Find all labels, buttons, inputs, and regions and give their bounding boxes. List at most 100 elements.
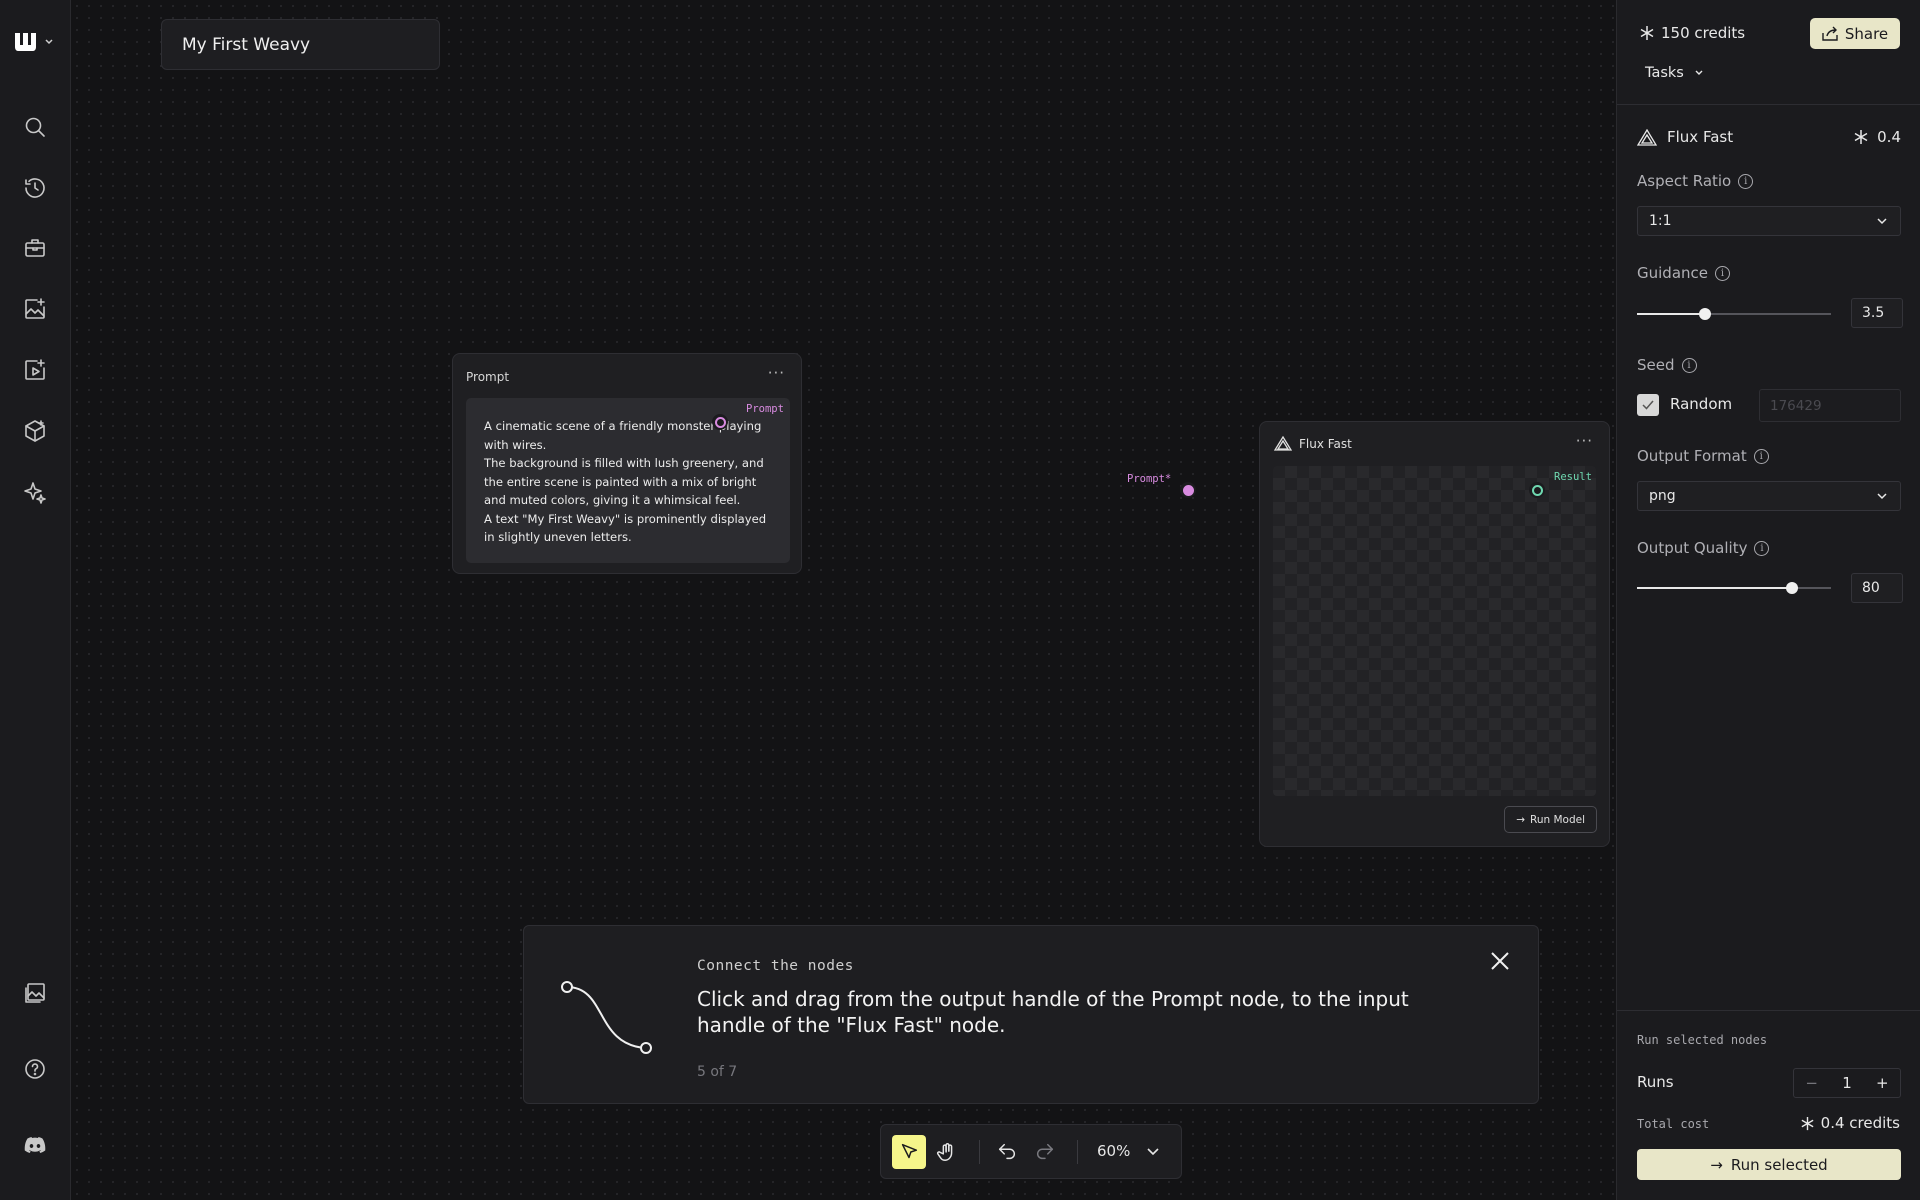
chevron-down-icon — [1695, 70, 1703, 75]
guidance-label-text: Guidance — [1637, 264, 1708, 282]
select-tool-button[interactable] — [892, 1135, 926, 1169]
search-icon[interactable] — [21, 113, 49, 141]
toolbox-icon[interactable] — [21, 234, 49, 262]
arrow-right-icon: → — [1710, 1155, 1723, 1174]
zoom-level[interactable]: 60% — [1097, 1142, 1130, 1160]
panel-divider — [1617, 104, 1920, 105]
flux-triangle-icon — [1637, 128, 1657, 146]
arrow-right-icon: → — [1516, 813, 1525, 826]
toolbar-divider — [1077, 1140, 1078, 1164]
connect-curve-icon — [561, 981, 652, 1054]
properties-panel: 150 credits Share Tasks Flux Fast 0.4 As… — [1616, 0, 1920, 1200]
run-selected-label: Run selected — [1730, 1155, 1828, 1174]
aspect-ratio-label: Aspect Ratio i — [1637, 172, 1754, 190]
total-cost: 0.4 credits — [1800, 1114, 1900, 1132]
output-format-select[interactable]: png — [1637, 481, 1901, 511]
tutorial-progress: 5 of 7 — [697, 1064, 738, 1080]
aspect-ratio-label-text: Aspect Ratio — [1637, 172, 1732, 190]
history-icon[interactable] — [21, 174, 49, 202]
prompt-output-handle[interactable] — [712, 414, 728, 430]
aspect-ratio-select[interactable]: 1:1 — [1637, 206, 1901, 236]
asterisk-icon — [1801, 1116, 1814, 1130]
flux-node-menu-icon[interactable]: ··· — [1576, 432, 1593, 450]
prompt-node-title: Prompt — [466, 370, 510, 384]
left-sidebar — [0, 0, 71, 1200]
tasks-dropdown[interactable]: Tasks — [1645, 65, 1704, 81]
flux-result-output-label: Result — [1554, 471, 1592, 483]
video-generate-icon[interactable] — [21, 356, 49, 384]
info-icon[interactable]: i — [1753, 448, 1769, 464]
share-button[interactable]: Share — [1810, 18, 1900, 49]
random-seed-label: Random — [1670, 395, 1733, 413]
seed-input[interactable]: 176429 — [1759, 389, 1901, 422]
run-section-title: Run selected nodes — [1637, 1033, 1768, 1047]
guidance-slider-thumb[interactable] — [1698, 308, 1711, 320]
random-seed-checkbox[interactable] — [1637, 394, 1659, 416]
run-model-label: Run Model — [1530, 813, 1585, 826]
info-icon[interactable]: i — [1681, 357, 1697, 373]
credits-value: 150 credits — [1661, 24, 1746, 42]
tutorial-step-title: Connect the nodes — [697, 958, 854, 974]
workflow-canvas[interactable]: My First Weavy Prompt ··· A cinematic sc… — [71, 0, 1616, 1200]
output-format-label-text: Output Format — [1637, 447, 1747, 465]
undo-icon — [998, 1143, 1015, 1160]
guidance-input[interactable]: 3.5 — [1851, 298, 1903, 328]
runs-stepper[interactable]: − 1 + — [1793, 1068, 1901, 1098]
close-icon[interactable] — [1488, 949, 1512, 973]
tutorial-card: Connect the nodes Click and drag from th… — [523, 925, 1539, 1104]
decrement-button[interactable]: − — [1794, 1074, 1829, 1092]
help-icon[interactable] — [21, 1055, 49, 1083]
workflow-title-input[interactable]: My First Weavy — [161, 19, 440, 70]
share-icon — [1822, 26, 1838, 41]
info-icon[interactable]: i — [1738, 173, 1754, 189]
credits-display: 150 credits — [1639, 24, 1745, 42]
output-quality-label: Output Quality i — [1637, 539, 1770, 557]
model-name: Flux Fast — [1667, 128, 1734, 146]
flux-result-output-handle[interactable] — [1529, 482, 1545, 498]
chevron-down-icon — [45, 39, 53, 45]
redo-button[interactable] — [1028, 1135, 1062, 1169]
panel-divider — [1617, 1010, 1920, 1011]
app-logo[interactable] — [14, 30, 54, 54]
canvas-toolbar: 60% — [880, 1124, 1182, 1179]
run-model-button[interactable]: → Run Model — [1504, 806, 1597, 833]
output-quality-input[interactable]: 80 — [1851, 573, 1903, 603]
chevron-down-icon[interactable] — [1145, 1143, 1161, 1159]
3d-cube-icon[interactable] — [21, 417, 49, 445]
undo-button[interactable] — [990, 1135, 1024, 1169]
discord-icon[interactable] — [21, 1131, 49, 1159]
seed-label-text: Seed — [1637, 356, 1675, 374]
asterisk-icon — [1640, 26, 1654, 40]
workflow-title: My First Weavy — [182, 34, 311, 55]
chevron-down-icon — [1877, 218, 1887, 225]
flux-node-title: Flux Fast — [1299, 436, 1352, 451]
guidance-label: Guidance i — [1637, 264, 1730, 282]
flux-output-preview — [1273, 466, 1596, 796]
prompt-node[interactable]: Prompt ··· A cinematic scene of a friend… — [452, 353, 802, 574]
output-quality-slider[interactable] — [1637, 582, 1831, 594]
share-label: Share — [1844, 24, 1889, 43]
guidance-slider-fill — [1637, 313, 1705, 315]
output-quality-label-text: Output Quality — [1637, 539, 1748, 557]
info-icon[interactable]: i — [1715, 265, 1730, 281]
flux-fast-node[interactable]: Flux Fast ··· → Run Model — [1259, 421, 1610, 847]
model-cost: 0.4 — [1853, 128, 1901, 146]
output-quality-slider-thumb[interactable] — [1786, 582, 1799, 594]
gallery-icon[interactable] — [21, 979, 49, 1007]
pan-tool-button[interactable] — [930, 1135, 964, 1169]
output-format-label: Output Format i — [1637, 447, 1769, 465]
sparkle-icon[interactable] — [21, 478, 49, 506]
guidance-slider[interactable] — [1637, 308, 1831, 320]
flux-prompt-input-handle[interactable] — [1180, 482, 1196, 498]
flux-node-header: Flux Fast — [1274, 436, 1352, 451]
increment-button[interactable]: + — [1865, 1074, 1900, 1092]
hand-icon — [937, 1143, 953, 1161]
runs-value[interactable]: 1 — [1829, 1074, 1864, 1092]
flux-triangle-icon — [1274, 436, 1292, 451]
prompt-text-area[interactable]: A cinematic scene of a friendly monster … — [466, 398, 790, 563]
toolbar-divider — [979, 1140, 980, 1164]
info-icon[interactable]: i — [1754, 540, 1770, 556]
run-selected-button[interactable]: → Run selected — [1637, 1149, 1901, 1180]
prompt-node-menu-icon[interactable]: ··· — [768, 364, 785, 382]
image-generate-icon[interactable] — [21, 295, 49, 323]
